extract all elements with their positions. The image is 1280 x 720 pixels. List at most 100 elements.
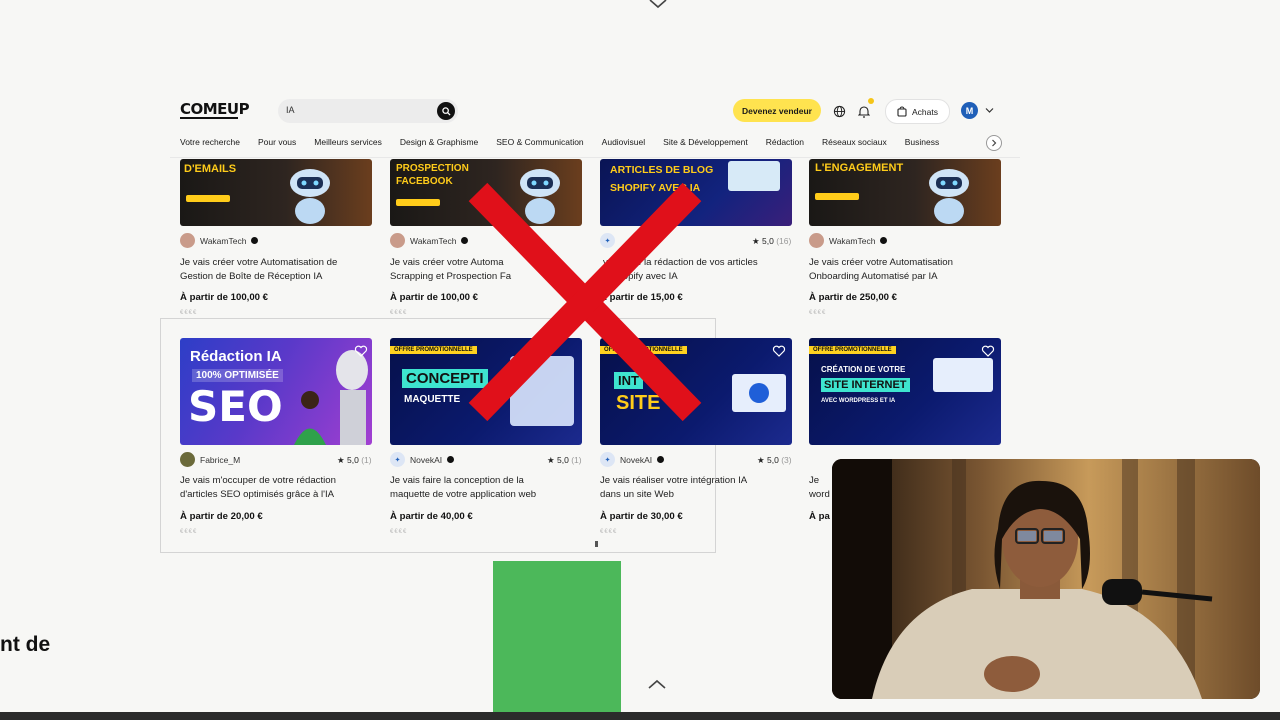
banner-text: SITE INTERNET [821,378,910,392]
service-title[interactable]: Je vais faire la conception de la maquett… [390,474,590,502]
nav-item[interactable]: Réseaux sociaux [822,137,887,147]
nav-item[interactable]: Site & Développement [663,137,748,147]
screen-illustration [728,161,780,191]
seller-name[interactable]: NovekAI [410,455,442,465]
service-card-image[interactable]: L'ENGAGEMENT [809,159,1001,226]
seller-info: WakamTech [180,233,259,248]
service-title[interactable]: Je vais réaliser votre intégration IA dan… [600,474,800,502]
nav-item[interactable]: Meilleurs services [314,137,382,147]
verified-icon [880,237,888,244]
service-card-image[interactable]: Rédaction IA 100% OPTIMISÉE SEO [180,338,372,445]
price-dots: €€€€ [809,310,827,316]
nav-divider [170,157,1020,158]
banner-text: Rédaction IA [190,348,282,365]
verified-icon [251,237,259,244]
bell-icon[interactable] [856,103,872,119]
search-icon[interactable] [437,102,455,120]
rating: ★ 5,0 (16) [752,236,792,246]
service-card-image[interactable]: OFFRE PROMOTIONNELLE CRÉATION DE VOTRE S… [809,338,1001,445]
nav-item[interactable]: Pour vous [258,137,296,147]
nav-item[interactable]: Rédaction [766,137,804,147]
seller-info: WakamTech [390,233,469,248]
side-caption: nt de [0,633,51,656]
chevron-down-icon[interactable] [985,107,994,114]
chevron-up-icon[interactable] [646,677,668,691]
banner-text: MAQUETTE [404,394,461,405]
service-price: À partir de 100,00 € [180,292,268,303]
avatar [390,233,405,248]
become-seller-button[interactable]: Devenez vendeur [733,99,821,122]
service-title[interactable]: Je vais créer votre Automatisation de Ges… [180,256,380,284]
nav-item[interactable]: Votre recherche [180,137,240,147]
service-title[interactable]: Je vais créer votre Automatisation Onboar… [809,256,1009,284]
rating: ★ 5,0 (3) [757,455,792,465]
nav-item[interactable]: Business [905,137,940,147]
service-price: À partir de 20,00 € [180,511,263,522]
search-input[interactable]: IA [286,105,295,115]
shopping-bag-icon [897,106,907,117]
seller-name[interactable]: Fabrice_M [200,455,240,465]
user-avatar[interactable]: M [961,102,978,119]
heart-icon[interactable] [981,344,995,358]
heart-icon[interactable] [772,344,786,358]
presenter-video [832,459,1260,699]
seller-name[interactable]: WakamTech [410,236,456,246]
cursor-marker [595,541,598,547]
bottom-bar [0,712,1280,720]
rating: ★ 5,0 (1) [337,455,372,465]
price-dots: €€€€ [600,529,618,535]
banner-text: 100% OPTIMISÉE [192,369,283,382]
chevron-down-icon[interactable] [647,0,669,10]
seller-info: Fabrice_M [180,452,240,467]
heart-icon[interactable] [354,344,368,358]
verified-icon [447,456,455,463]
banner-cta [396,199,440,206]
promo-badge: OFFRE PROMOTIONNELLE [809,346,896,354]
comeup-logo[interactable]: COMEUP [180,100,250,118]
service-price: À partir de 250,00 € [809,292,897,303]
banner-text: L'ENGAGEMENT [815,162,904,174]
price-dots: €€€€ [390,310,408,316]
service-price: À partir de 40,00 € [390,511,473,522]
purchases-label: Achats [912,106,938,117]
avatar [809,233,824,248]
seller-info: ✦ NovekAI [600,452,665,467]
browser-illustration [933,358,993,392]
seller-info: WakamTech [809,233,888,248]
banner-cta [815,193,859,200]
nav-item[interactable]: Design & Graphisme [400,137,478,147]
seller-info: ✦ NovekAI [390,452,455,467]
service-price: À partir de 30,00 € [600,511,683,522]
banner-text: AVEC WORDPRESS ET IA [821,398,896,404]
service-price: À pa [809,511,830,522]
robot-icon [290,169,330,224]
avatar [180,452,195,467]
category-nav: Votre recherche Pour vous Meilleurs serv… [180,137,957,147]
service-card-image[interactable]: D'EMAILS [180,159,372,226]
seller-name[interactable]: WakamTech [200,236,246,246]
avatar [180,233,195,248]
seller-name[interactable]: NovekAI [620,455,652,465]
purchases-button[interactable]: Achats [885,99,950,124]
banner-text: SEO [188,382,283,431]
banner-text: CRÉATION DE VOTRE [821,365,906,374]
globe-icon [749,383,769,403]
service-title[interactable]: Je word [809,474,833,502]
red-cross-mark [468,182,702,422]
logo-underline [180,117,238,119]
nav-next-button[interactable] [986,135,1002,151]
seller-name[interactable]: WakamTech [829,236,875,246]
rating: ★ 5,0 (1) [547,455,582,465]
banner-cta [186,195,230,202]
avatar: ✦ [600,452,615,467]
browser-illustration [732,374,786,412]
robot-icon [929,169,969,224]
nav-item[interactable]: SEO & Communication [496,137,583,147]
banner-text: D'EMAILS [184,163,237,175]
price-dots: €€€€ [390,529,408,535]
globe-icon[interactable] [831,103,847,119]
nav-item[interactable]: Audiovisuel [602,137,645,147]
service-title[interactable]: Je vais m'occuper de votre rédaction d'ar… [180,474,380,502]
search-bar[interactable]: IA [278,99,458,123]
verified-icon [657,456,665,463]
